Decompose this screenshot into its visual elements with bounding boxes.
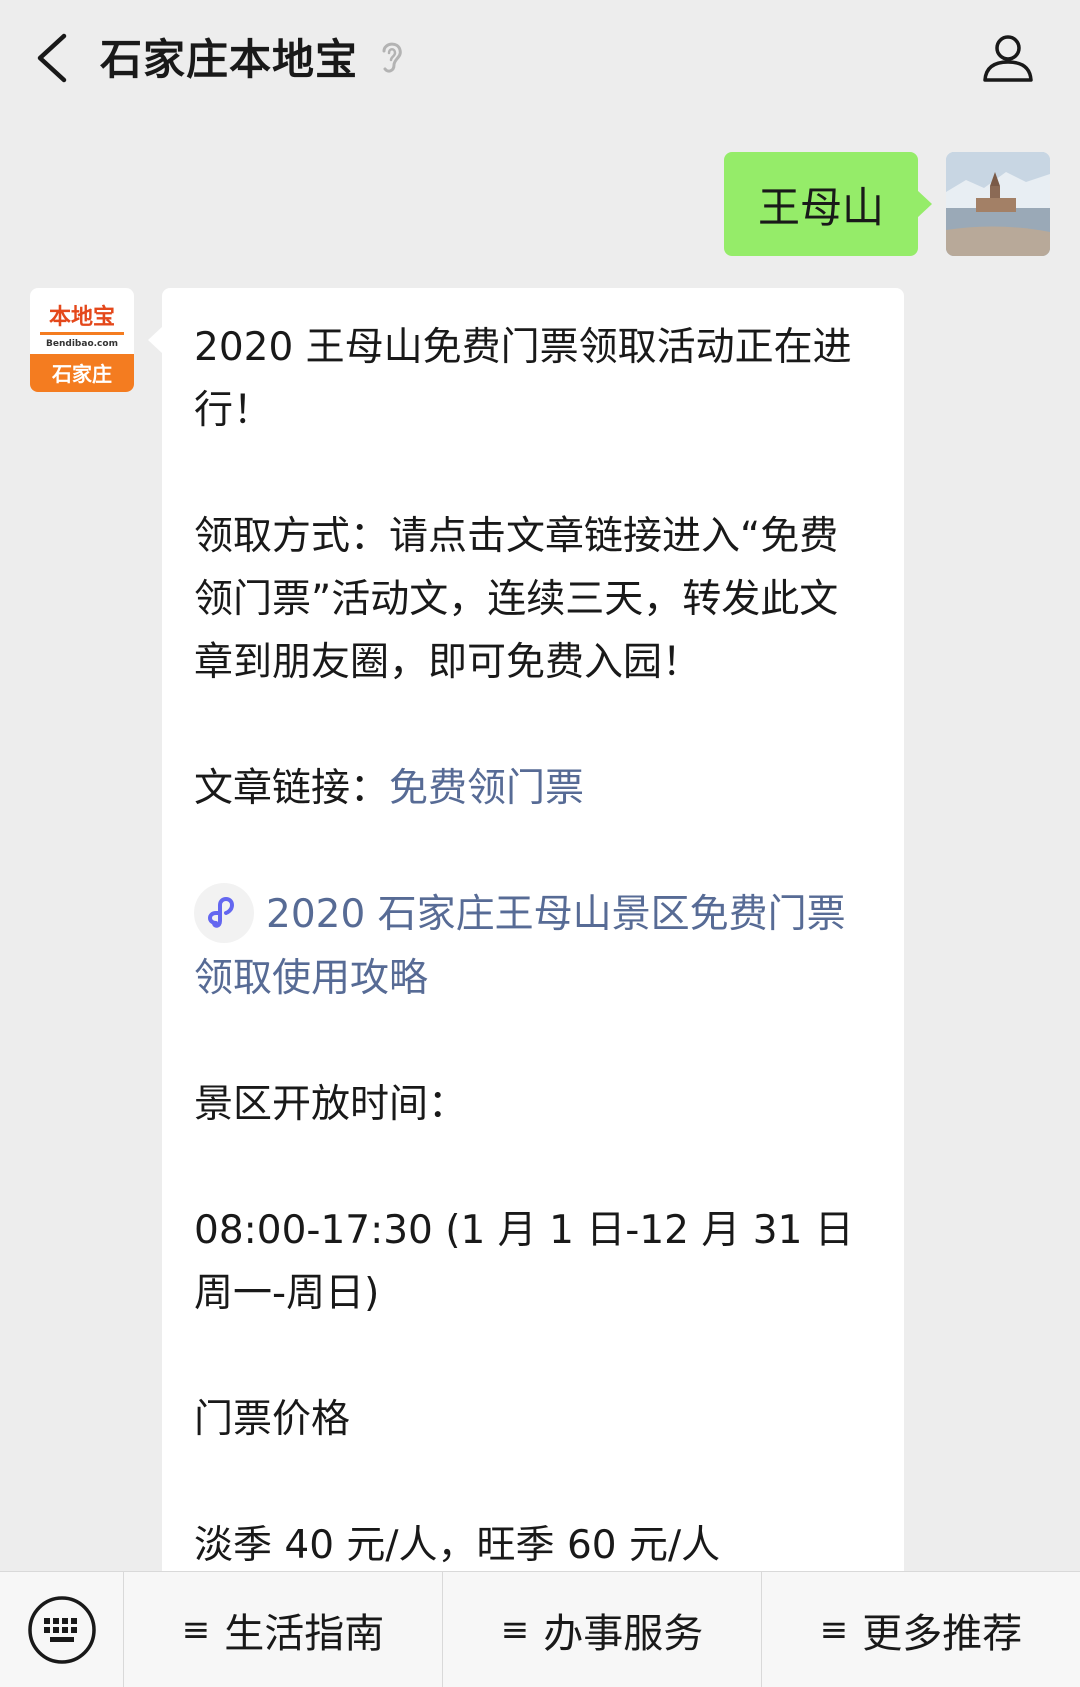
announcement-text: 2020 王母山免费门票领取活动正在进行！ [194, 325, 852, 433]
outgoing-message: 王母山 [723, 152, 1050, 256]
logo-domain: Bendibao.com [46, 339, 118, 349]
bendibao-logo-icon: 本地宝 Bendibao.com 石家庄 [30, 288, 134, 392]
article-link[interactable]: 免费领门票 [389, 766, 584, 811]
mini-program-row: 2020 石家庄王母山景区免费门票领取使用攻略 [194, 882, 872, 1010]
incoming-bubble: 2020 王母山免费门票领取活动正在进行！ 领取方式：请点击文章链接进入“免费领… [148, 288, 904, 1687]
price-text: 淡季 40 元/人，旺季 60 元/人 [194, 1522, 721, 1568]
logo-brand: 本地宝 [49, 304, 115, 330]
hours-text: 08:00-17:30 (1 月 1 日-12 月 31 日 周一-周日) [194, 1207, 854, 1316]
profile-icon[interactable] [980, 30, 1036, 86]
chat-title: 石家庄本地宝 [100, 35, 359, 84]
ear-icon [382, 42, 402, 73]
price-title: 门票价格 [194, 1396, 351, 1442]
menu-lines-icon: ≡ [181, 1609, 211, 1650]
mini-program-link[interactable]: 2020 石家庄王母山景区免费门票领取使用攻略 [194, 892, 846, 1001]
landscape-avatar-icon [946, 152, 1050, 256]
menu-lines-icon: ≡ [500, 1609, 530, 1650]
logo-city: 石家庄 [51, 362, 112, 386]
back-icon[interactable] [30, 30, 76, 86]
outgoing-bubble[interactable]: 王母山 [723, 152, 933, 256]
title-wrap: 石家庄本地宝 [100, 26, 406, 87]
bottom-menu-bar: ≡ 生活指南 ≡ 办事服务 ≡ 更多推荐 [0, 1571, 1080, 1687]
keyboard-icon [27, 1595, 96, 1664]
menu-lines-icon: ≡ [819, 1609, 849, 1650]
article-link-label: 文章链接： [194, 766, 390, 811]
menu-label: 生活指南 [224, 1610, 385, 1657]
hours-title: 景区开放时间： [194, 1081, 468, 1127]
menu-label: 更多推荐 [862, 1610, 1023, 1657]
chat-screen: 石家庄本地宝 王母山 本地宝 Bendibao.com 石家庄 2020 王母山… [0, 0, 1080, 1687]
user-avatar[interactable] [946, 152, 1050, 256]
instructions-text: 领取方式：请点击文章链接进入“免费领门票”活动文，连续三天，转发此文章到朋友圈，… [194, 514, 839, 685]
chat-header: 石家庄本地宝 [0, 0, 1080, 116]
mini-program-icon[interactable] [194, 882, 254, 943]
sender-avatar[interactable]: 本地宝 Bendibao.com 石家庄 [30, 288, 134, 392]
menu-life-guide[interactable]: ≡ 生活指南 [124, 1571, 443, 1687]
menu-more[interactable]: ≡ 更多推荐 [762, 1572, 1080, 1687]
article-link-row: 文章链接：免费领门票 [194, 757, 872, 820]
keyboard-toggle[interactable] [0, 1571, 124, 1687]
menu-label: 办事服务 [543, 1610, 704, 1657]
menu-services[interactable]: ≡ 办事服务 [443, 1571, 762, 1687]
